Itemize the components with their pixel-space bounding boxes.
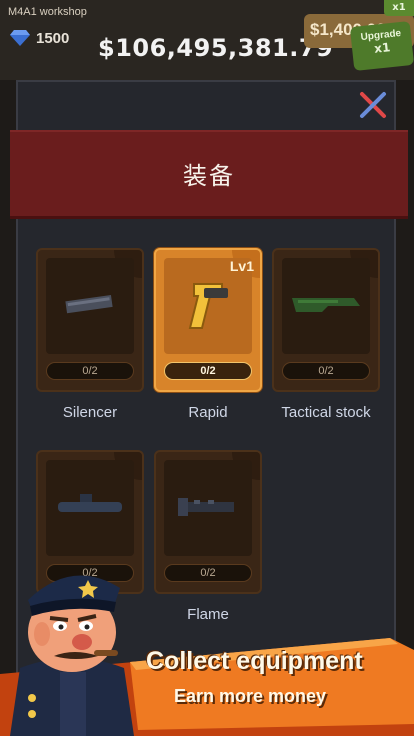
money-total: $106,495,381.79 [98,34,334,62]
modal-title: 装备 [183,161,235,190]
silencer-icon [65,294,113,314]
upgrade-button[interactable]: Upgrade x1 [349,20,414,72]
card-progress: 0/2 [164,564,252,582]
scope-icon [58,494,122,512]
card-progress: 0/2 [282,362,370,380]
equipment-card-tactical-stock[interactable]: 0/2 [272,248,380,392]
equipment-card-silencer[interactable]: 0/2 [36,248,144,392]
equipment-label-tactical-stock: Tactical stock [281,404,371,421]
police-officer-mascot [10,575,134,736]
tactical-stock-icon [292,298,360,312]
card-progress: 0/2 [46,362,134,380]
multiplier-tag[interactable]: x1 [384,0,414,16]
promo-title: Collect equipment [146,647,363,675]
close-icon[interactable] [356,88,390,122]
top-hud: M4A1 workshop 1500 $106,495,381.79 $1,40… [0,0,414,80]
modal-header: 装备 [10,130,408,216]
equipment-card-rapid[interactable]: Lv1 0/2 [154,248,262,392]
diamond-icon [10,30,30,46]
workshop-name: M4A1 workshop [8,6,87,18]
equipment-label-flame: Flame [187,606,229,623]
gem-count: 1500 [36,30,70,47]
flame-suppressor-icon [178,498,234,516]
promo-subtitle: Earn more money [174,686,327,706]
card-level: Lv1 [229,258,254,274]
equipment-card-flame[interactable]: 0/2 [154,450,262,594]
card-progress: 0/2 [164,362,252,380]
